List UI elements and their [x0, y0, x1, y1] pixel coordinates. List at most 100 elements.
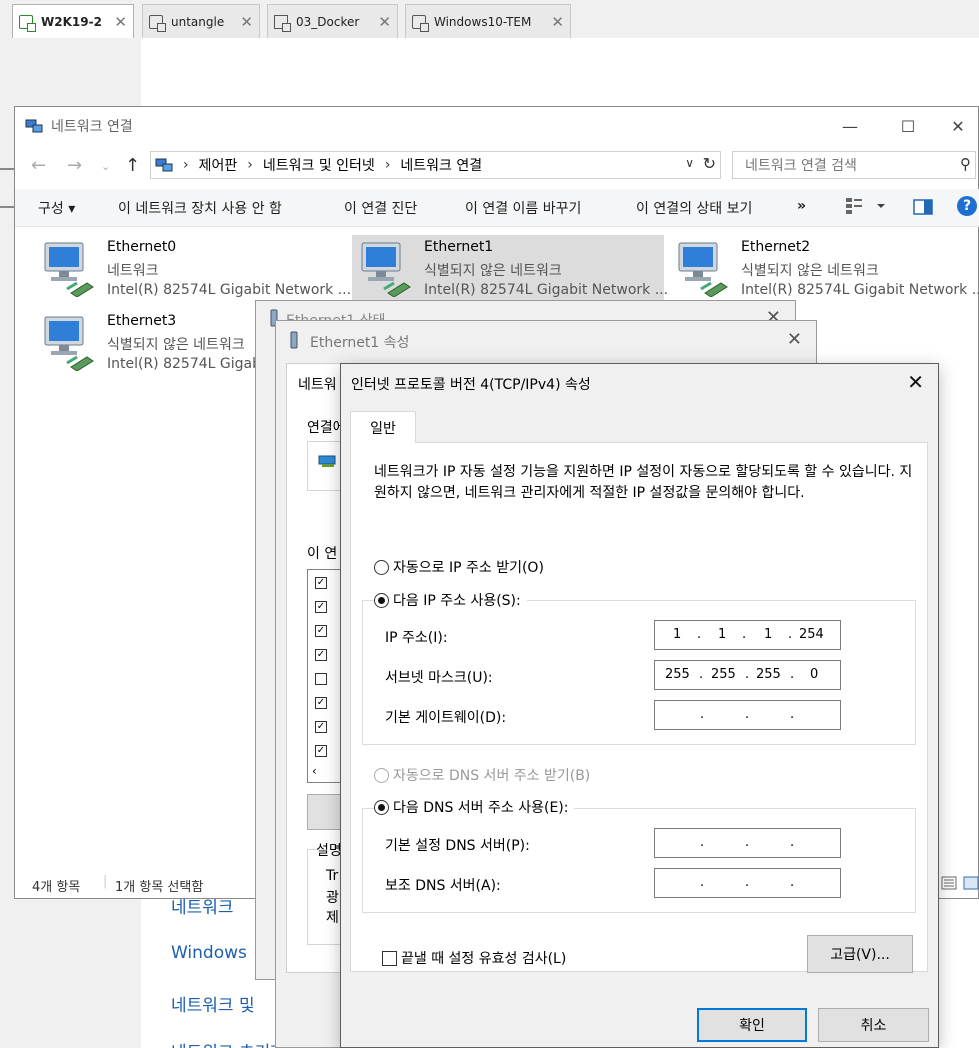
- octet-dot: .: [700, 707, 705, 722]
- component-checkbox[interactable]: ✓: [315, 697, 327, 709]
- octet-dot: .: [697, 627, 702, 642]
- octet: 254: [799, 627, 824, 642]
- vm-console-icon: [412, 14, 429, 32]
- recent-dropdown-icon[interactable]: ⌄: [101, 160, 110, 173]
- disable-device-button[interactable]: 이 네트워크 장치 사용 안 함: [118, 198, 282, 218]
- maximize-icon[interactable]: ☐: [878, 107, 938, 145]
- component-checkbox[interactable]: ✓: [315, 625, 327, 637]
- more-commands-button[interactable]: »: [797, 198, 806, 214]
- octet-dot: .: [745, 835, 750, 850]
- component-checkbox[interactable]: ✓: [315, 745, 327, 757]
- checkbox[interactable]: [382, 950, 397, 966]
- forward-arrow-icon[interactable]: →: [67, 155, 82, 176]
- view-status-button[interactable]: 이 연결의 상태 보기: [636, 198, 752, 218]
- validate-on-exit-checkbox[interactable]: 끝낼 때 설정 유효성 검사(L): [382, 948, 566, 968]
- adapter-ethernet0[interactable]: Ethernet0 네트워크 Intel(R) 82574L Gigabit N…: [35, 235, 351, 303]
- partial-label: 광: [326, 890, 339, 906]
- chevron-down-icon[interactable]: ∨: [685, 156, 694, 170]
- octet-dot: .: [788, 627, 793, 642]
- adapter-device: Intel(R) 82574L Gigabit Network ...: [107, 282, 352, 298]
- refresh-icon[interactable]: ↻: [703, 154, 716, 173]
- radio-auto-ip[interactable]: 자동으로 IP 주소 받기(O): [374, 557, 544, 577]
- view-toggle-icons[interactable]: [940, 873, 979, 893]
- manual-dns-group: 기본 설정 DNS 서버(P): . . . 보조 DNS 서버(A): . .…: [362, 808, 916, 913]
- network-adapter-icon: [361, 242, 411, 297]
- vm-tab-03-docker[interactable]: 03_Docker ✕: [267, 4, 398, 38]
- component-checkbox[interactable]: ✓: [315, 649, 327, 661]
- octet: 1: [718, 627, 727, 642]
- tab-general[interactable]: 일반: [350, 411, 416, 443]
- radio-label: 자동으로 DNS 서버 주소 받기(B): [393, 768, 591, 784]
- gateway-field[interactable]: . . .: [654, 700, 841, 730]
- dns-secondary-label: 보조 DNS 서버(A):: [385, 878, 501, 894]
- octet: 255: [756, 667, 781, 682]
- help-icon[interactable]: ?: [957, 196, 977, 216]
- rename-button[interactable]: 이 연결 이름 바꾸기: [465, 198, 581, 218]
- network-adapter-icon: [290, 331, 298, 349]
- advanced-button[interactable]: 고급(V)...: [807, 935, 913, 973]
- component-checkbox[interactable]: ✓: [315, 601, 327, 613]
- breadcrumb-separator: ›: [384, 157, 391, 173]
- preview-pane-icon[interactable]: [913, 199, 933, 219]
- bg-link-windows[interactable]: Windows: [171, 943, 247, 963]
- minimize-icon[interactable]: —: [820, 107, 880, 145]
- adapter-name: Ethernet1: [424, 239, 494, 255]
- bg-link-network-reset[interactable]: 네트워크 초기화: [171, 1038, 286, 1048]
- cancel-button[interactable]: 취소: [818, 1008, 929, 1042]
- back-arrow-icon[interactable]: ←: [31, 155, 46, 176]
- search-icon[interactable]: ⚲: [960, 155, 971, 173]
- address-row: ← → ⌄ ↑ › 제어판 › 네트워크 및 인터넷 › 네트워크 연결 ∨ ↻…: [15, 151, 979, 181]
- diagnose-button[interactable]: 이 연결 진단: [344, 198, 417, 218]
- radio-button[interactable]: [374, 767, 389, 783]
- close-icon[interactable]: ✕: [114, 13, 127, 31]
- close-icon[interactable]: ✕: [240, 13, 253, 31]
- search-input[interactable]: 네트워크 연결 검색 ⚲: [732, 151, 976, 179]
- radio-button[interactable]: [374, 559, 389, 575]
- organize-button[interactable]: 구성 ▾: [38, 198, 75, 218]
- network-connections-icon: [155, 158, 173, 172]
- adapter-status: 네트워크: [107, 263, 159, 279]
- vm-tab-w2k19-2[interactable]: W2K19-2 ✕: [12, 4, 134, 38]
- scroll-left-icon[interactable]: ‹: [312, 764, 317, 778]
- close-icon[interactable]: ✕: [936, 107, 979, 145]
- breadcrumb-separator: ›: [247, 157, 253, 173]
- command-bar: 구성 ▾ 이 네트워크 장치 사용 안 함 이 연결 진단 이 연결 이름 바꾸…: [15, 189, 979, 227]
- bg-link-network-and[interactable]: 네트워크 및: [171, 991, 255, 1016]
- selected-count: 1개 항목 선택함: [115, 880, 204, 895]
- adapter-ethernet2[interactable]: Ethernet2 식별되지 않은 네트워크 Intel(R) 82574L G…: [669, 235, 979, 303]
- dns-primary-field[interactable]: . . .: [654, 828, 841, 858]
- breadcrumb-network-connections[interactable]: 네트워크 연결: [400, 155, 482, 175]
- breadcrumb-control-panel[interactable]: 제어판: [199, 155, 238, 175]
- radio-manual-dns[interactable]: 다음 DNS 서버 주소 사용(E):: [374, 797, 575, 817]
- octet-dot: .: [790, 875, 795, 890]
- component-checkbox[interactable]: ✓: [315, 721, 327, 733]
- partial-label: 이 연: [307, 546, 338, 562]
- close-icon[interactable]: ✕: [787, 329, 802, 350]
- adapter-device: Intel(R) 82574L Gigabit Network ...: [424, 282, 669, 298]
- octet-dot: .: [745, 875, 750, 890]
- change-view-icon[interactable]: [845, 196, 885, 220]
- ip-address-field[interactable]: 1 . 1 . 1 . 254: [654, 620, 841, 650]
- close-icon[interactable]: ✕: [551, 13, 564, 31]
- adapter-ethernet1[interactable]: Ethernet1 식별되지 않은 네트워크 Intel(R) 82574L G…: [352, 235, 668, 303]
- radio-button[interactable]: [374, 799, 389, 815]
- component-checkbox[interactable]: ✓: [315, 577, 327, 589]
- vm-tab-untangle[interactable]: untangle ✕: [142, 4, 260, 38]
- up-arrow-icon[interactable]: ↑: [125, 155, 140, 176]
- window-title: 네트워크 연결: [51, 119, 133, 135]
- subnet-mask-field[interactable]: 255 . 255 . 255 . 0: [654, 660, 841, 690]
- close-icon[interactable]: ✕: [907, 370, 924, 394]
- close-icon[interactable]: ✕: [378, 13, 391, 31]
- address-bar[interactable]: › 제어판 › 네트워크 및 인터넷 › 네트워크 연결 ∨ ↻: [150, 151, 721, 179]
- radio-button[interactable]: [374, 592, 389, 608]
- component-checkbox[interactable]: [315, 673, 327, 685]
- radio-auto-dns[interactable]: 자동으로 DNS 서버 주소 받기(B): [374, 765, 590, 785]
- radio-manual-ip[interactable]: 다음 IP 주소 사용(S):: [374, 590, 527, 610]
- item-count: 4개 항목: [32, 880, 81, 895]
- ok-button[interactable]: 확인: [697, 1008, 807, 1042]
- breadcrumb-network-internet[interactable]: 네트워크 및 인터넷: [263, 155, 375, 175]
- dns-secondary-field[interactable]: . . .: [654, 868, 841, 898]
- vm-tab-label: Windows10-TEM: [434, 14, 532, 29]
- radio-label: 다음 DNS 서버 주소 사용(E):: [393, 800, 569, 816]
- vm-tab-windows10-tem[interactable]: Windows10-TEM ✕: [405, 4, 571, 38]
